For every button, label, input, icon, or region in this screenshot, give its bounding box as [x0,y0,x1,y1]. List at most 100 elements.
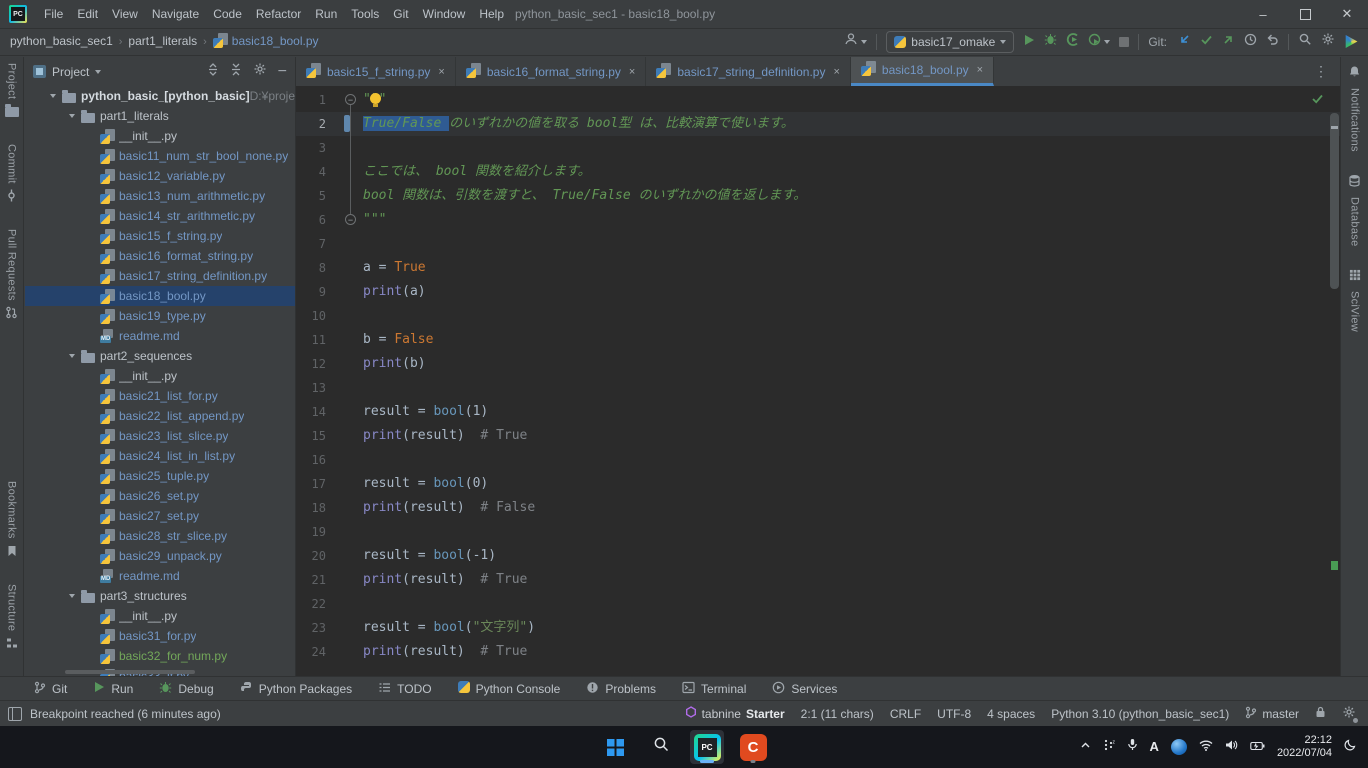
indent-widget[interactable]: 4 spaces [987,707,1035,721]
breadcrumb-item[interactable]: python_basic_sec1 [10,34,113,48]
tool-window-button-python-packages[interactable]: Python Packages [240,681,352,697]
editor-tab-basic15_f_string-py[interactable]: basic15_f_string.py× [296,57,456,86]
code-line-2[interactable]: 2True/False のいずれかの値を取る bool型 は、比較演算で使います… [296,112,1340,136]
code-line-18[interactable]: 18print(result) # False [296,496,1340,520]
sidebar-item-notifications[interactable]: Notifications [1348,65,1361,152]
tree-chevron-icon[interactable] [64,114,80,118]
code-line-24[interactable]: 24print(result) # True [296,640,1340,664]
tree-item-basic12_variable-py[interactable]: basic12_variable.py [25,166,295,186]
tree-item-basic14_str_arithmetic-py[interactable]: basic14_str_arithmetic.py [25,206,295,226]
code-editor[interactable]: 1−"""2True/False のいずれかの値を取る bool型 は、比較演算… [296,86,1340,676]
taskbar-camtasia-button[interactable]: C [736,730,770,764]
tree-item-basic21_list_for-py[interactable]: basic21_list_for.py [25,386,295,406]
code-line-6[interactable]: 6−""" [296,208,1340,232]
close-tab-icon[interactable]: × [833,66,839,78]
tree-item-basic15_f_string-py[interactable]: basic15_f_string.py [25,226,295,246]
menu-file[interactable]: File [37,7,70,21]
settings-status-icon[interactable] [1342,705,1356,722]
close-tab-icon[interactable]: × [629,66,635,78]
code-line-5[interactable]: 5bool 関数は、引数を渡すと、 True/False のいずれかの値を返しま… [296,184,1340,208]
sidebar-item-database[interactable]: Database [1348,174,1361,247]
tree-item-__init__-py[interactable]: __init__.py [25,606,295,626]
tree-item-readme-md[interactable]: MDreadme.md [25,566,295,586]
breadcrumb-item[interactable]: basic18_bool.py [213,34,319,48]
code-line-1[interactable]: 1−""" [296,88,1340,112]
close-button[interactable]: ✕ [1326,0,1368,28]
code-line-4[interactable]: 4ここでは、 bool 関数を紹介します。 [296,160,1340,184]
sidebar-item-bookmarks[interactable]: Bookmarks [6,481,18,562]
ime-language-icon[interactable]: A [1150,738,1159,756]
tool-window-button-run[interactable]: Run [93,681,133,696]
code-line-17[interactable]: 17result = bool(0) [296,472,1340,496]
code-line-9[interactable]: 9print(a) [296,280,1340,304]
tree-item-basic19_type-py[interactable]: basic19_type.py [25,306,295,326]
tree-item-__init__-py[interactable]: __init__.py [25,366,295,386]
taskbar-search-button[interactable] [644,730,678,764]
tool-window-button-python-console[interactable]: Python Console [458,681,561,696]
tree-chevron-icon[interactable] [45,94,61,98]
tree-item-part2_sequences[interactable]: part2_sequences [25,346,295,366]
run-button[interactable] [1023,33,1035,51]
menu-help[interactable]: Help [472,7,511,21]
editor-tab-basic18_bool-py[interactable]: basic18_bool.py× [851,57,994,86]
settings-button[interactable] [1321,32,1335,51]
hide-panel-button[interactable]: − [278,63,287,81]
menu-run[interactable]: Run [308,7,344,21]
code-line-7[interactable]: 7 [296,232,1340,256]
project-panel-title[interactable]: Project [52,65,89,79]
encoding-widget[interactable]: UTF-8 [937,707,971,721]
microphone-icon[interactable] [1127,738,1138,756]
tree-item-basic29_unpack-py[interactable]: basic29_unpack.py [25,546,295,566]
tree-item-basic22_list_append-py[interactable]: basic22_list_append.py [25,406,295,426]
tray-overflow-button[interactable] [1080,738,1091,756]
plugin-icon[interactable] [1344,35,1358,49]
night-mode-icon[interactable] [1344,738,1356,756]
code-line-10[interactable]: 10 [296,304,1340,328]
code-line-22[interactable]: 22 [296,592,1340,616]
menu-edit[interactable]: Edit [70,7,105,21]
code-line-14[interactable]: 14result = bool(1) [296,400,1340,424]
browser-tray-icon[interactable] [1171,739,1187,755]
battery-icon[interactable] [1250,738,1265,756]
menu-navigate[interactable]: Navigate [145,7,206,21]
tree-item-basic26_set-py[interactable]: basic26_set.py [25,486,295,506]
tree-item-basic17_string_definition-py[interactable]: basic17_string_definition.py [25,266,295,286]
fold-end-icon[interactable]: − [345,214,356,225]
code-line-12[interactable]: 12print(b) [296,352,1340,376]
tree-item-basic23_list_slice-py[interactable]: basic23_list_slice.py [25,426,295,446]
code-line-23[interactable]: 23result = bool("文字列") [296,616,1340,640]
line-separator-widget[interactable]: CRLF [890,707,921,721]
tree-item-basic24_list_in_list-py[interactable]: basic24_list_in_list.py [25,446,295,466]
tool-window-button-todo[interactable]: TODO [378,681,431,697]
tree-item-basic16_format_string-py[interactable]: basic16_format_string.py [25,246,295,266]
commit-button[interactable] [1200,33,1213,51]
user-menu-button[interactable] [844,32,867,51]
expand-all-button[interactable] [207,63,219,81]
tool-window-button-debug[interactable]: Debug [159,681,213,697]
read-only-lock-icon[interactable] [1315,706,1326,721]
start-button[interactable] [598,730,632,764]
restore-button[interactable] [1284,0,1326,28]
menu-refactor[interactable]: Refactor [249,7,308,21]
inspections-ok-icon[interactable] [1311,92,1324,110]
status-message[interactable]: Breakpoint reached (6 minutes ago) [30,707,221,721]
tree-item-basic25_tuple-py[interactable]: basic25_tuple.py [25,466,295,486]
history-button[interactable] [1244,33,1257,51]
tray-sync-icon[interactable]: z [1103,738,1115,756]
tree-item-__init__-py[interactable]: __init__.py [25,126,295,146]
sidebar-item-pull-requests[interactable]: Pull Requests [5,229,18,324]
menu-code[interactable]: Code [206,7,249,21]
tabnine-widget[interactable]: tabnine Starter [685,706,785,721]
close-tab-icon[interactable]: × [438,66,444,78]
tree-item-python_basic_sec1[interactable]: python_basic_sec1 [python_basic] D:¥proj… [25,86,295,106]
tree-item-basic27_set-py[interactable]: basic27_set.py [25,506,295,526]
taskbar-clock[interactable]: 22:12 2022/07/04 [1277,734,1332,760]
menu-view[interactable]: View [105,7,145,21]
tree-item-part3_structures[interactable]: part3_structures [25,586,295,606]
code-line-15[interactable]: 15print(result) # True [296,424,1340,448]
intention-bulb-icon[interactable] [370,93,381,104]
tool-window-button-services[interactable]: Services [772,681,837,697]
tree-item-basic18_bool-py[interactable]: basic18_bool.py [25,286,295,306]
wifi-icon[interactable] [1199,738,1213,756]
tool-window-button-problems[interactable]: Problems [586,681,656,697]
